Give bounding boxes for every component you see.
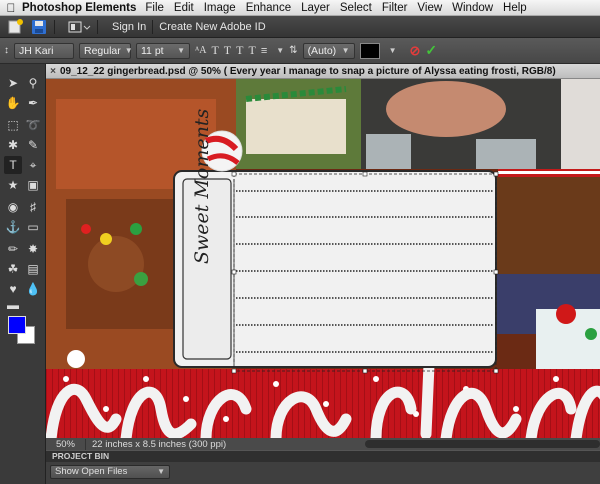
new-icon[interactable]: [6, 18, 24, 35]
menu-edit[interactable]: Edit: [174, 2, 194, 14]
menu-select[interactable]: Select: [340, 2, 372, 14]
options-bar: ↕ JH Kari Regular ▼ 11 pt ▼ ᴬA T T T T ≡…: [0, 38, 600, 64]
cookie-cutter-tool-icon[interactable]: ★: [4, 176, 22, 194]
gradient-tool-icon[interactable]: ▤: [24, 260, 42, 278]
project-bin-header[interactable]: PROJECT BIN: [46, 450, 600, 462]
zoom-tool-icon[interactable]: ⚲: [24, 74, 42, 92]
menu-view[interactable]: View: [417, 2, 442, 14]
strikethrough-icon[interactable]: T: [248, 43, 255, 58]
menu-enhance[interactable]: Enhance: [246, 2, 291, 14]
blur-tool-icon[interactable]: 💧: [24, 280, 42, 298]
text-color-swatch[interactable]: [359, 42, 380, 59]
status-bar: 50% 22 inches x 8.5 inches (300 ppi): [46, 438, 600, 450]
font-style-select[interactable]: Regular ▼: [79, 42, 133, 59]
scrapbook-artwork: [46, 79, 600, 438]
red-eye-tool-icon[interactable]: ◉: [4, 198, 22, 216]
separator: [152, 19, 154, 34]
hand-tool-icon[interactable]: ✋: [4, 94, 22, 112]
chevron-down-icon[interactable]: ▼: [276, 46, 284, 55]
application-bar: Sign In Create New Adobe ID: [0, 16, 600, 38]
crop-tool-icon[interactable]: ⌖: [24, 156, 42, 174]
align-icon[interactable]: ≡: [261, 45, 267, 57]
document-canvas[interactable]: Sweet Moments: [46, 79, 600, 438]
zoom-level[interactable]: 50%: [46, 438, 86, 450]
type-tool-icon[interactable]: T: [4, 156, 22, 174]
menu-layer[interactable]: Layer: [301, 2, 330, 14]
document-dimensions: 22 inches x 8.5 inches (300 ppi): [92, 438, 227, 450]
marquee-tool-icon[interactable]: ⬚: [4, 116, 22, 134]
show-open-files-select[interactable]: Show Open Files ▼: [50, 465, 170, 479]
sponge-tool-icon[interactable]: ▬: [4, 296, 22, 314]
foreground-color-swatch[interactable]: [8, 316, 26, 334]
separator: [54, 19, 55, 34]
menu-filter[interactable]: Filter: [382, 2, 408, 14]
chevron-down-icon: ▼: [177, 45, 185, 55]
lasso-tool-icon[interactable]: ➰: [24, 116, 42, 134]
tools-panel: ➤ ⚲ ✋ ✒ ⬚ ➰ ✱ ✎ T ⌖ ★ ▣ ◉ ♯ ⚓ ▭ ✏ ✸ ☘ ▤ …: [0, 64, 46, 484]
bin-select-value: Show Open Files: [55, 466, 128, 477]
font-size-value: 11 pt: [141, 44, 164, 57]
recompose-tool-icon[interactable]: ▣: [24, 176, 42, 194]
commit-icon[interactable]: ✓: [425, 42, 437, 59]
menu-file[interactable]: File: [145, 2, 164, 14]
smart-brush-tool-icon[interactable]: ✸: [24, 240, 42, 258]
font-style-value: Regular: [84, 44, 121, 57]
menu-image[interactable]: Image: [204, 2, 236, 14]
create-adobe-id-link[interactable]: Create New Adobe ID: [159, 21, 265, 33]
chevron-down-icon: ▼: [124, 45, 133, 55]
project-bin: Show Open Files ▼: [46, 462, 600, 484]
paint-bucket-tool-icon[interactable]: ☘: [4, 260, 22, 278]
leading-select[interactable]: (Auto) ▼: [302, 42, 355, 59]
mac-menubar:  Photoshop Elements File Edit Image Enh…: [0, 0, 600, 16]
leading-value: (Auto): [307, 44, 337, 57]
chevron-down-icon[interactable]: ▼: [389, 46, 397, 55]
document-title: 09_12_22 gingerbread.psd @ 50% ( Every y…: [60, 65, 556, 77]
menu-window[interactable]: Window: [452, 2, 493, 14]
journal-title: Sweet Moments: [191, 108, 213, 264]
menu-help[interactable]: Help: [503, 2, 527, 14]
chevron-down-icon: ▼: [157, 467, 165, 476]
brush-tool-icon[interactable]: ✏: [4, 240, 22, 258]
magic-wand-tool-icon[interactable]: ✱: [4, 136, 22, 154]
faux-italic-icon[interactable]: T: [224, 43, 231, 58]
chevron-down-icon: ▼: [341, 45, 350, 55]
layout-icon[interactable]: [67, 19, 91, 35]
separator: [97, 19, 98, 34]
text-tool-icon: ↕: [4, 45, 9, 56]
underline-icon[interactable]: T: [236, 43, 243, 58]
faux-bold-icon[interactable]: T: [211, 43, 218, 58]
font-size-select[interactable]: 11 pt ▼: [136, 42, 190, 59]
cancel-icon[interactable]: ⊘: [409, 43, 420, 59]
move-tool-icon[interactable]: ➤: [4, 74, 22, 92]
quick-selection-tool-icon[interactable]: ✎: [24, 136, 42, 154]
horizontal-scrollbar[interactable]: [365, 440, 600, 448]
close-icon[interactable]: ×: [46, 66, 60, 77]
clone-stamp-tool-icon[interactable]: ⚓: [4, 218, 22, 236]
document-tab[interactable]: × 09_12_22 gingerbread.psd @ 50% ( Every…: [46, 64, 600, 79]
sign-in-link[interactable]: Sign In: [112, 21, 146, 33]
eyedropper-tool-icon[interactable]: ✒: [24, 94, 42, 112]
font-family-value: JH Kari: [19, 44, 54, 57]
leading-icon: ⇅: [289, 45, 298, 56]
eraser-tool-icon[interactable]: ▭: [24, 218, 42, 236]
apple-icon[interactable]: : [0, 1, 22, 15]
text-anti-alias-icon[interactable]: ᴬA: [195, 45, 206, 56]
healing-tool-icon[interactable]: ♯: [24, 198, 42, 216]
save-icon[interactable]: [30, 19, 48, 35]
app-menu[interactable]: Photoshop Elements: [22, 2, 136, 14]
font-family-select[interactable]: JH Kari: [14, 42, 74, 59]
